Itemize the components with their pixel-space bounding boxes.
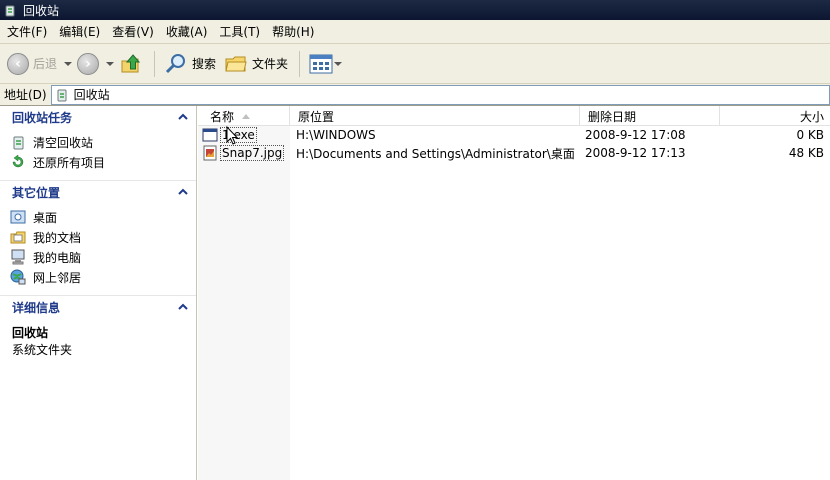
places-group-title: 其它位置	[12, 185, 61, 200]
file-size: 0 KB	[796, 128, 824, 142]
toolbar: ‹ 后退 › 搜索 文件夹	[0, 44, 830, 84]
column-date-label: 删除日期	[588, 109, 637, 124]
jpg-icon	[203, 145, 217, 161]
file-row[interactable]: Snap7.jpg H:\Documents and Settings\Admi…	[198, 144, 830, 162]
empty-recycle-bin-icon	[13, 136, 24, 150]
tasks-group-title: 回收站任务	[12, 110, 73, 125]
up-folder-icon	[121, 53, 141, 72]
places-group-header[interactable]: 其它位置	[0, 181, 196, 203]
file-location: H:\Documents and Settings\Administrator\…	[296, 146, 575, 161]
recycle-bin-icon	[5, 5, 15, 17]
column-header-name[interactable]: 名称	[198, 106, 290, 126]
folders-icon	[225, 56, 247, 71]
task-restore-all[interactable]: 还原所有项目	[10, 152, 196, 172]
place-network[interactable]: 网上邻居	[10, 267, 196, 287]
address-bar: 地址(D) 回收站	[0, 84, 830, 106]
views-dropdown-button[interactable]	[334, 48, 342, 80]
search-icon	[165, 53, 186, 73]
place-my-documents[interactable]: 我的文档	[10, 227, 196, 247]
toolbar-separator	[154, 50, 156, 77]
details-group-title: 详细信息	[12, 300, 61, 315]
toolbar-separator	[299, 50, 301, 77]
my-documents-icon	[10, 231, 26, 244]
back-arrow-icon: ‹	[7, 52, 29, 75]
back-label: 后退	[33, 57, 58, 71]
column-header-size[interactable]: 大小	[720, 106, 830, 126]
column-name-label: 名称	[210, 109, 235, 124]
forward-arrow-icon: ›	[77, 52, 100, 75]
forward-button[interactable]: ›	[74, 48, 102, 80]
menu-edit[interactable]: 编辑(E)	[54, 23, 105, 40]
up-folder-button[interactable]	[116, 48, 146, 80]
chevron-up-icon	[178, 303, 188, 310]
place-my-computer[interactable]: 我的电脑	[10, 247, 196, 267]
window-title: 回收站	[23, 3, 60, 18]
sorted-column-shade	[198, 126, 290, 480]
menu-help[interactable]: 帮助(H)	[267, 23, 319, 40]
file-date: 2008-9-12 17:13	[585, 146, 686, 160]
forward-dropdown-button[interactable]	[104, 48, 116, 80]
place-label: 我的电脑	[33, 250, 82, 265]
back-dropdown-button[interactable]	[62, 48, 74, 80]
tasks-group: 回收站任务 清空回收站 还原所有项目	[0, 106, 196, 181]
views-icon	[309, 54, 333, 73]
folders-label: 文件夹	[252, 57, 289, 71]
tasks-group-header[interactable]: 回收站任务	[0, 106, 196, 128]
file-location: H:\WINDOWS	[296, 128, 376, 142]
folders-button[interactable]: 文件夹	[221, 48, 291, 80]
column-location-label: 原位置	[298, 109, 335, 124]
details-group-header[interactable]: 详细信息	[0, 296, 196, 318]
menu-bar: 文件(F) 编辑(E) 查看(V) 收藏(A) 工具(T) 帮助(H)	[0, 20, 830, 44]
column-headers: 名称 原位置 删除日期 大小	[198, 106, 830, 126]
task-empty-recycle-bin[interactable]: 清空回收站	[10, 132, 196, 152]
column-size-label: 大小	[799, 109, 824, 124]
sort-ascending-icon	[242, 113, 251, 119]
menu-favorites[interactable]: 收藏(A)	[161, 23, 213, 40]
place-desktop[interactable]: 桌面	[10, 207, 196, 227]
title-bar: 回收站	[0, 0, 830, 20]
file-name: Snap7.jpg	[219, 145, 285, 161]
address-label: 地址(D)	[4, 88, 47, 102]
places-group: 其它位置 桌面 我的文档 我的电脑 网上邻居	[0, 181, 196, 296]
back-button[interactable]: ‹ 后退	[4, 48, 60, 80]
place-label: 网上邻居	[33, 270, 82, 285]
search-label: 搜索	[192, 57, 217, 71]
menu-file[interactable]: 文件(F)	[2, 23, 52, 40]
my-computer-icon	[11, 249, 25, 265]
menu-tools[interactable]: 工具(T)	[214, 23, 265, 40]
restore-icon	[12, 154, 24, 168]
place-label: 我的文档	[33, 230, 82, 245]
chevron-up-icon	[178, 188, 188, 195]
place-label: 桌面	[33, 210, 58, 225]
network-icon	[10, 269, 26, 285]
task-pane: 回收站任务 清空回收站 还原所有项目 其它位置 桌面 我的文档 我的电脑 网上邻…	[0, 106, 197, 480]
file-row[interactable]: 1.exe H:\WINDOWS 2008-9-12 17:08 0 KB	[198, 126, 830, 144]
mouse-cursor-icon	[226, 126, 238, 145]
file-date: 2008-9-12 17:08	[585, 128, 686, 142]
column-header-date[interactable]: 删除日期	[580, 106, 720, 126]
address-field[interactable]: 回收站	[50, 84, 830, 105]
search-button[interactable]: 搜索	[161, 48, 219, 80]
file-size: 48 KB	[788, 146, 824, 160]
menu-view[interactable]: 查看(V)	[107, 23, 159, 40]
task-label: 还原所有项目	[33, 155, 106, 170]
chevron-up-icon	[178, 113, 188, 120]
exe-icon	[202, 128, 218, 142]
recycle-bin-icon	[57, 89, 67, 101]
address-value: 回收站	[73, 88, 110, 102]
column-header-location[interactable]: 原位置	[290, 106, 580, 126]
task-label: 清空回收站	[33, 135, 94, 150]
details-name: 回收站	[12, 326, 49, 340]
desktop-icon	[10, 210, 26, 224]
views-button[interactable]	[306, 48, 336, 80]
file-list[interactable]: 名称 原位置 删除日期 大小 1.exe H:\WINDOWS 2008-9-1…	[198, 106, 830, 480]
details-group: 详细信息 回收站 系统文件夹	[0, 296, 196, 372]
details-type: 系统文件夹	[12, 343, 73, 357]
